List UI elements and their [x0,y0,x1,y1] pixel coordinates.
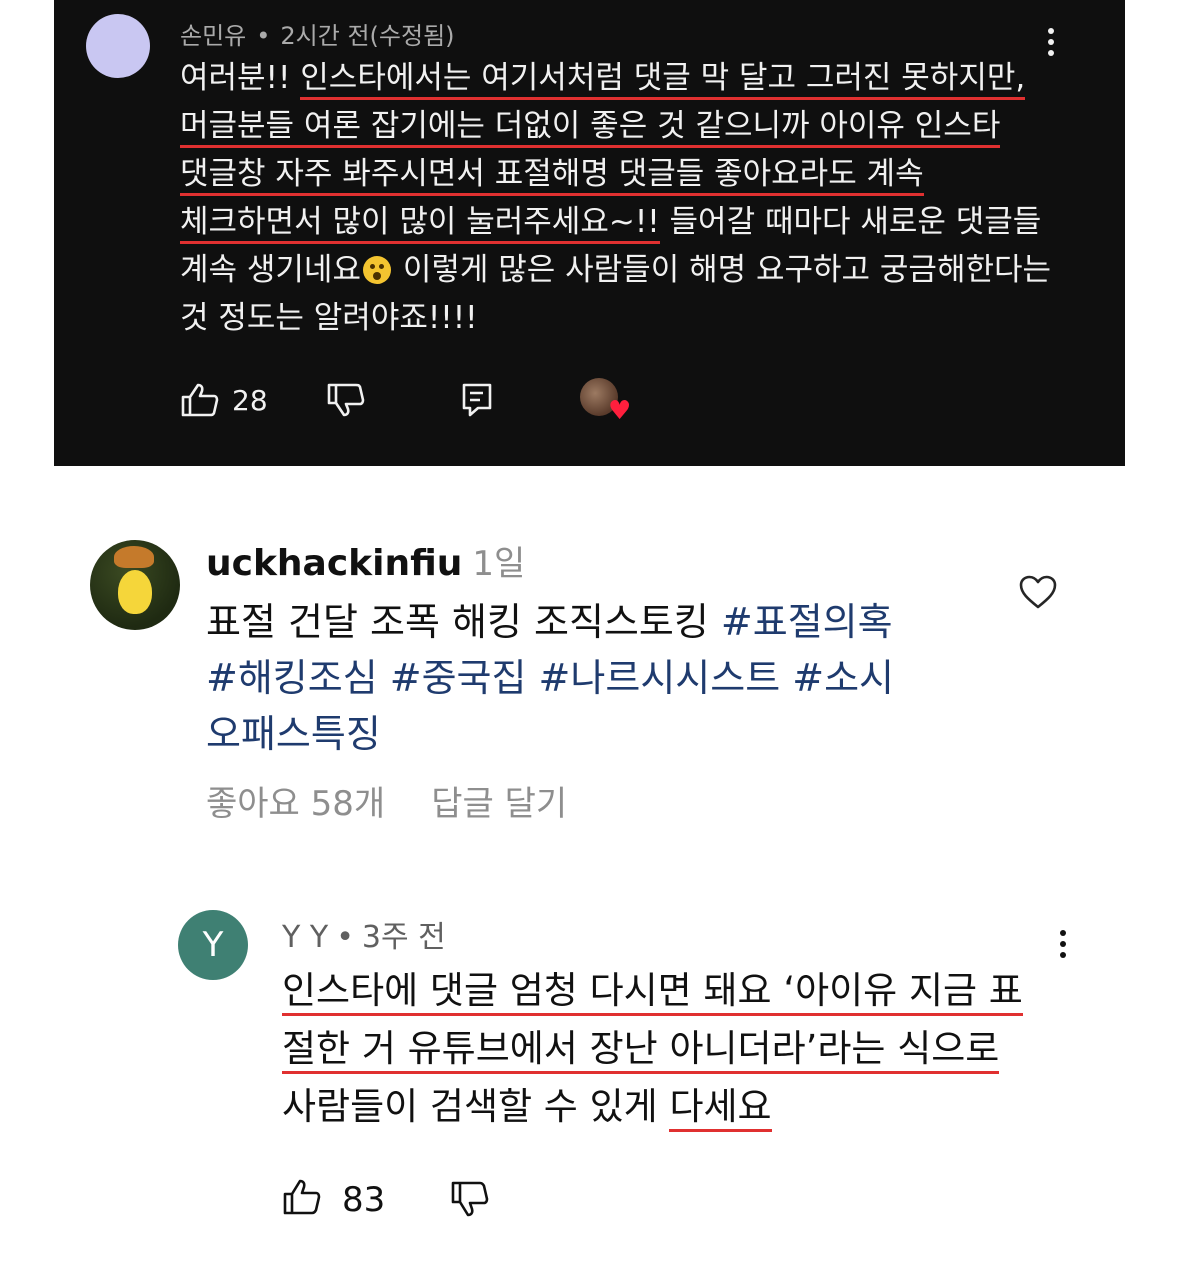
underlined-text: 체크하면서 많이 많이 눌러주세요~!! [180,204,660,244]
comment-header: uckhackinfiu 1일 [206,536,525,585]
comment-time: 3주 전 [361,920,446,955]
avatar[interactable] [86,14,150,78]
comment-line: 표절 건달 조폭 해킹 조직스토킹 #표절의혹 [206,600,893,644]
heart-outline-icon[interactable] [1018,574,1058,614]
thumbs-up-icon[interactable] [282,1178,322,1220]
comment-line: 인스타에 댓글 엄청 다시면 돼요 ‘아이유 지금 표 [282,962,1062,1020]
comment-text: 표절 건달 조폭 해킹 조직스토킹 #표절의혹 #해킹조심 #중국집 #나르시시… [206,594,1006,762]
username[interactable]: uckhackinfiu [206,543,462,584]
comment-line: 계속 생기네요 이렇게 많은 사람들이 해명 요구하고 궁금해한다는 [180,252,1052,288]
surprised-face-emoji-icon [362,256,391,284]
reply-icon[interactable] [460,382,494,422]
comment-line: 사람들이 검색할 수 있게 다세요 [282,1078,1062,1136]
avatar-hat [114,546,154,568]
underlined-text: 다세요 [669,1085,772,1132]
comment-line: 체크하면서 많이 많이 눌러주세요~!! 들어갈 때마다 새로운 댓글들 [180,198,1080,246]
thumbs-down-icon[interactable] [450,1180,490,1222]
heart-icon: ♥ [608,396,632,426]
comment-line: 오패스특징 [206,706,1006,762]
reply-button[interactable]: 답글 달기 [431,784,567,824]
hashtag[interactable]: 오패스특징 [206,712,381,756]
comment-line: 절한 거 유튜브에서 장난 아니더라’라는 식으로 [282,1020,1062,1078]
comment-meta: Y Y • 3주 전 [282,912,446,956]
comment-text: 여러분!! 인스타에서는 여기서처럼 댓글 막 달고 그러진 못하지만, 머글분… [180,54,1080,342]
youtube-dark-comment: 손민유 • 2시간 전(수정됨) 여러분!! 인스타에서는 여기서처럼 댓글 막 달… [54,0,1125,466]
meta-separator: • [336,920,354,955]
comment-time: 1일 [472,544,526,584]
underlined-text: 댓글창 자주 봐주시면서 표절해명 댓글들 좋아요라도 계속 [180,156,924,196]
comment-line: #해킹조심 #중국집 #나르시시스트 #소시 [206,650,1006,706]
like-count: 83 [342,1180,386,1220]
comment-actions: 28 ♥ [180,378,680,424]
avatar-figure [118,570,152,614]
author-name[interactable]: 손민유 [180,22,246,50]
comment-line: 여러분!! 인스타에서는 여기서처럼 댓글 막 달고 그러진 못하지만, [180,54,1080,102]
underlined-text: 인스타에서는 여기서처럼 댓글 막 달고 그러진 못하지만, [300,60,1026,100]
hashtag[interactable]: #해킹조심 #중국집 #나르시시스트 #소시 [206,656,894,700]
comment-line: 것 정도는 알려야죠!!!! [180,300,478,336]
like-count: 28 [232,384,268,417]
meta-separator: • [256,22,271,50]
hashtag[interactable]: #표절의혹 [721,600,893,644]
comment-line: 댓글창 자주 봐주시면서 표절해명 댓글들 좋아요라도 계속 [180,150,1080,198]
comment-time: 2시간 전(수정됨) [280,22,455,50]
underlined-text: 인스타에 댓글 엄청 다시면 돼요 ‘아이유 지금 표 [282,969,1023,1016]
thumbs-down-icon[interactable] [326,382,366,422]
likes-count[interactable]: 좋아요 58개 [206,784,385,824]
comment-meta: 손민유 • 2시간 전(수정됨) [180,16,455,51]
comment-actions: 좋아요 58개 답글 달기 [206,776,567,825]
kebab-menu-icon[interactable] [1058,930,1068,966]
comment-text: 인스타에 댓글 엄청 다시면 돼요 ‘아이유 지금 표 절한 거 유튜브에서 장… [282,962,1062,1136]
underlined-text: 머글분들 여론 잡기에는 더없이 좋은 것 같으니까 아이유 인스타 [180,108,1001,148]
comment-line: 머글분들 여론 잡기에는 더없이 좋은 것 같으니까 아이유 인스타 [180,102,1080,150]
thumbs-up-icon[interactable] [180,382,220,422]
creator-heart-icon: ♥ [580,378,631,424]
author-name[interactable]: Y Y [282,920,328,955]
comment-actions: 83 [282,1176,582,1224]
avatar[interactable]: Y [178,910,248,980]
underlined-text: 절한 거 유튜브에서 장난 아니더라’라는 식으로 [282,1027,1000,1074]
avatar[interactable] [90,540,180,630]
